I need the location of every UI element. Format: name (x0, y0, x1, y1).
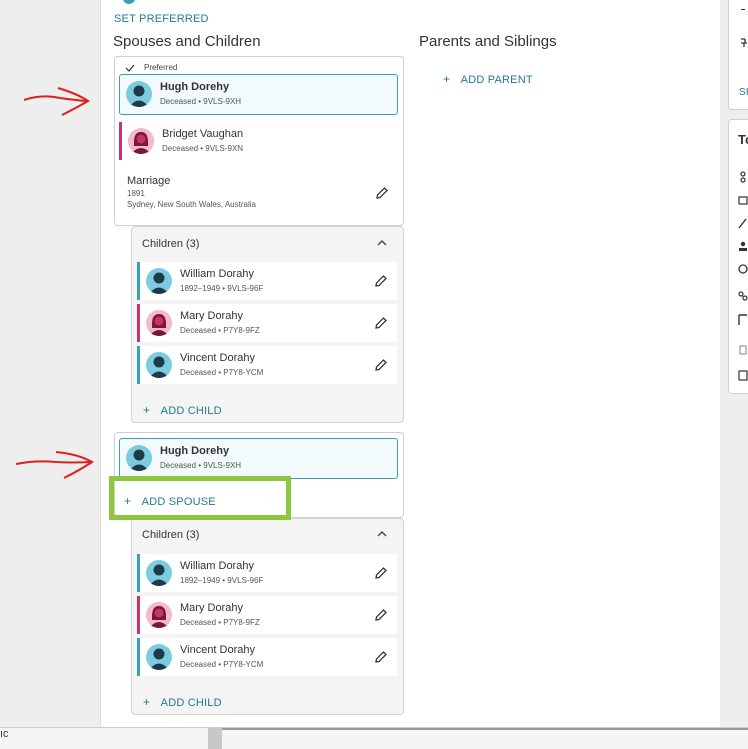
chevron-up-icon[interactable] (376, 528, 388, 540)
person-meta: 1892–1949 • 9VLS-96F (180, 576, 264, 585)
male-avatar-icon (146, 560, 172, 586)
network-icon[interactable] (738, 171, 748, 183)
child-card[interactable]: William Dorahy 1892–1949 • 9VLS-96F (137, 554, 397, 592)
edit-pencil-icon[interactable] (374, 316, 388, 330)
child-card[interactable]: William Dorahy 1892–1949 • 9VLS-96F (137, 262, 397, 300)
child-card[interactable]: Vincent Dorahy Deceased • P7Y8-YCM (137, 638, 397, 676)
horizontal-scrollbar-thumb[interactable] (208, 728, 222, 749)
add-parent-label: ADD PARENT (460, 74, 533, 86)
person-name: Vincent Dorahy (180, 352, 256, 364)
add-child-label: ADD CHILD (160, 405, 222, 417)
person-name: Mary Dorahy (180, 602, 243, 614)
annotation-arrow-1 (23, 87, 90, 116)
plus-icon: + (143, 403, 151, 417)
children-box-2: Children (3) William Dorahy 1892–1949 • 9… (131, 518, 404, 715)
add-child-button[interactable]: + ADD CHILD (143, 401, 222, 419)
bottom-cut-text: ıc (0, 728, 9, 740)
edit-pencil-icon[interactable] (374, 608, 388, 622)
male-avatar-icon (126, 445, 152, 471)
marriage-place: Sydney, New South Wales, Australia (127, 200, 256, 209)
add-child-label: ADD CHILD (160, 697, 222, 709)
person-meta: Deceased • 9VLS-9XN (162, 144, 244, 153)
plus-icon: + (143, 695, 151, 709)
children-title: Children (3) (142, 238, 200, 250)
right-card-1: SH (728, 0, 748, 110)
person-meta: Deceased • 9VLS-9XH (160, 97, 242, 106)
bottom-strip: ıc (0, 727, 748, 749)
male-avatar-icon (146, 268, 172, 294)
chevron-up-icon[interactable] (376, 237, 388, 249)
bottom-divider (222, 728, 748, 730)
top-partial-avatar (123, 0, 135, 4)
female-avatar-icon (146, 602, 172, 628)
child-card[interactable]: Vincent Dorahy Deceased • P7Y8-YCM (137, 346, 397, 384)
pen-icon[interactable] (738, 217, 748, 229)
marriage-year: 1891 (127, 189, 145, 198)
person-circle-icon[interactable] (738, 263, 748, 275)
spouses-children-title: Spouses and Children (113, 33, 261, 50)
add-parent-button[interactable]: + ADD PARENT (443, 70, 533, 88)
marriage-label: Marriage (127, 175, 171, 187)
child-card[interactable]: Mary Dorahy Deceased • P7Y8-9FZ (137, 596, 397, 634)
female-avatar-icon (128, 128, 154, 154)
edit-pencil-icon[interactable] (374, 566, 388, 580)
person-meta: Deceased • 9VLS-9XH (160, 461, 242, 470)
edit-pencil-icon[interactable] (374, 358, 388, 372)
person-name: Mary Dorahy (180, 310, 243, 322)
edit-marriage-pencil-icon[interactable] (375, 186, 389, 200)
person-name: Bridget Vaughan (162, 128, 244, 140)
edit-pencil-icon[interactable] (374, 650, 388, 664)
children-box-1: Children (3) William Dorahy 1892–1949 • 9… (131, 226, 404, 423)
tools-title-cut: To (738, 132, 748, 147)
people-icon[interactable] (738, 240, 748, 252)
merge-icon[interactable] (738, 369, 748, 381)
edit-pencil-icon[interactable] (374, 274, 388, 288)
right-card-1-divider (741, 9, 745, 10)
relationship-icon[interactable] (738, 290, 748, 302)
spouse-father-card[interactable]: Hugh Dorehy Deceased • 9VLS-9XH (119, 438, 398, 479)
male-avatar-icon (126, 81, 152, 107)
person-meta: Deceased • P7Y8-9FZ (180, 326, 260, 335)
person-meta: Deceased • P7Y8-YCM (180, 368, 264, 377)
children-title: Children (3) (142, 529, 200, 541)
add-child-button[interactable]: + ADD CHILD (143, 693, 222, 711)
person-name: Vincent Dorahy (180, 644, 256, 656)
child-card[interactable]: Mary Dorahy Deceased • P7Y8-9FZ (137, 304, 397, 342)
trash-icon[interactable] (738, 343, 748, 355)
add-spouse-button[interactable]: + ADD SPOUSE (124, 492, 216, 510)
person-name: William Dorahy (180, 268, 254, 280)
plus-icon: + (443, 72, 451, 86)
family-card-1: Preferred Hugh Dorehy Deceased • 9VLS-9X… (114, 56, 404, 226)
plus-icon: + (124, 494, 132, 508)
print-icon[interactable] (738, 194, 748, 206)
spouse-father-card[interactable]: Hugh Dorehy Deceased • 9VLS-9XH (119, 74, 398, 115)
person-meta: 1892–1949 • 9VLS-96F (180, 284, 264, 293)
checkmark-icon (125, 64, 135, 72)
person-meta: Deceased • P7Y8-YCM (180, 660, 264, 669)
annotation-arrow-2 (15, 451, 94, 479)
set-preferred-link[interactable]: SET PREFERRED (114, 13, 209, 25)
add-spouse-label: ADD SPOUSE (141, 496, 216, 508)
show-link-cut[interactable]: SH (739, 87, 748, 98)
female-avatar-icon (146, 310, 172, 336)
person-name: Hugh Dorehy (160, 81, 230, 93)
male-avatar-icon (146, 352, 172, 378)
person-name: William Dorahy (180, 560, 254, 572)
preferred-label: Preferred (144, 63, 178, 72)
spouse-mother-card[interactable]: Bridget Vaughan Deceased • 9VLS-9XN (119, 122, 398, 160)
parents-siblings-title: Parents and Siblings (419, 33, 557, 50)
person-meta: Deceased • P7Y8-9FZ (180, 618, 260, 627)
person-name: Hugh Dorehy (160, 445, 230, 457)
flag-icon[interactable] (738, 314, 748, 326)
main-panel: SET PREFERRED Spouses and Children Paren… (100, 0, 720, 727)
tree-icon (741, 38, 747, 47)
male-avatar-icon (146, 644, 172, 670)
